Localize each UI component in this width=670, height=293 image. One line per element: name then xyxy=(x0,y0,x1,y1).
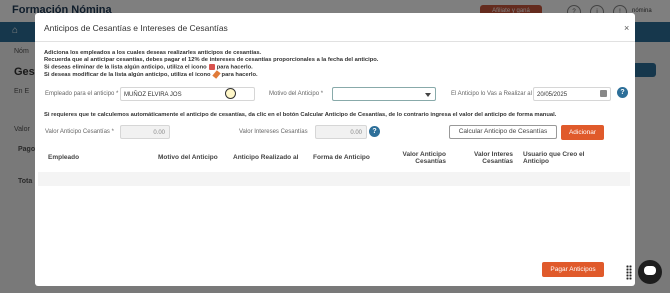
col-usuario: Usuario que Creo el Anticipo xyxy=(523,151,585,165)
col-empleado: Empleado xyxy=(48,154,80,161)
mouse-cursor xyxy=(225,88,236,99)
intereses-label: Valor Intereses Cesantías xyxy=(239,129,308,135)
cesantias-label: Valor Anticipo Cesantías * xyxy=(45,129,114,135)
employee-label: Empleado para el anticipo * xyxy=(45,91,119,97)
instruction-tail: para hacerlo. xyxy=(216,64,253,71)
drag-handle-icon[interactable] xyxy=(626,265,632,280)
instruction-delete-text: Si deseas eliminar de la lista algún ant… xyxy=(44,64,207,71)
calculate-button[interactable]: Calcular Anticipo de Cesantías xyxy=(449,125,557,139)
cesantias-input[interactable]: 0.00 xyxy=(120,125,170,139)
col-valor-cesantias: Valor Anticipo Cesantías xyxy=(402,151,446,165)
pencil-icon xyxy=(211,70,221,79)
chat-bubble-icon xyxy=(644,266,656,275)
instruction-edit-text: Si deseas modificar de la lista algún an… xyxy=(44,72,211,79)
calendar-icon[interactable] xyxy=(600,90,607,97)
instruction-line-1: Adiciona los empleados a los cuales dese… xyxy=(44,50,262,56)
anticipos-table-header: Empleado Motivo del Anticipo Anticipo Re… xyxy=(38,148,630,172)
close-icon[interactable]: × xyxy=(624,23,629,33)
instruction-tail: para hacerlo. xyxy=(221,72,258,79)
pay-advances-button[interactable]: Pagar Anticipos xyxy=(542,262,604,277)
chevron-down-icon xyxy=(425,93,431,97)
calc-warning: Si requieres que te calculemos automátic… xyxy=(44,112,557,118)
col-valor-intereses: Valor Interes Cesantías xyxy=(473,151,513,165)
help-icon[interactable]: ? xyxy=(369,126,380,137)
date-label: El Anticipo lo Vas a Realizar al * xyxy=(451,91,536,97)
instruction-line-2: Recuerda que al anticipar cesantías, deb… xyxy=(44,57,379,63)
col-realizado: Anticipo Realizado al xyxy=(233,154,299,161)
trash-icon xyxy=(208,64,215,70)
table-row xyxy=(38,172,630,186)
help-icon[interactable]: ? xyxy=(617,87,628,98)
reason-select[interactable] xyxy=(332,87,436,101)
instruction-line-3: Si deseas eliminar de la lista algún ant… xyxy=(44,64,253,71)
modal-title: Anticipos de Cesantías e Intereses de Ce… xyxy=(44,23,228,33)
col-motivo: Motivo del Anticipo xyxy=(158,154,218,161)
divider xyxy=(35,41,635,42)
reason-label: Motivo del Anticipo * xyxy=(269,91,324,97)
add-button[interactable]: Adicionar xyxy=(561,125,604,140)
intereses-input: 0.00 xyxy=(315,125,367,139)
col-forma: Forma de Anticipo xyxy=(313,154,370,161)
instruction-line-4: Si deseas modificar de la lista algún an… xyxy=(44,70,258,79)
